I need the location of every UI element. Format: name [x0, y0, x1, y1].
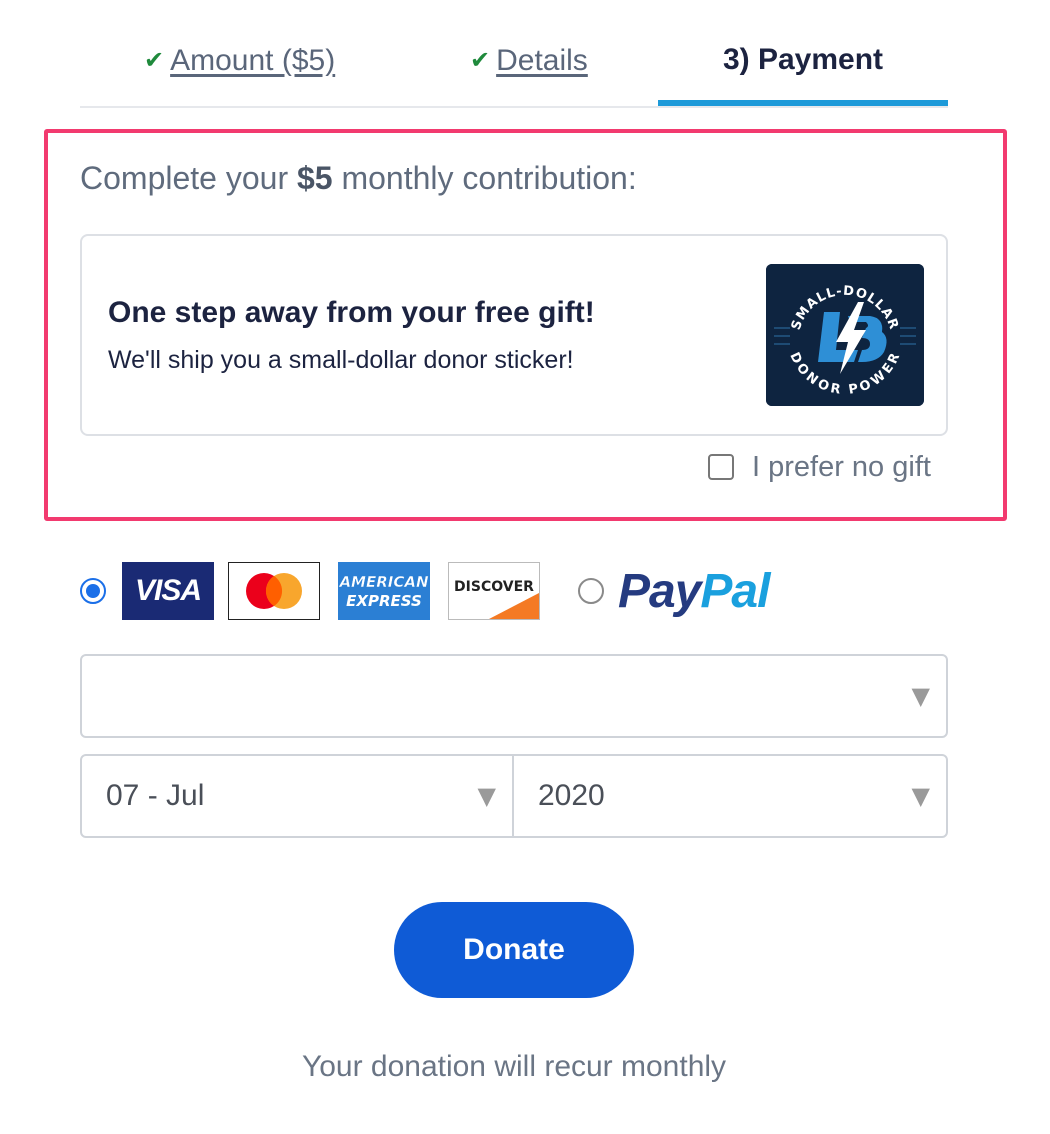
gift-subtitle: We'll ship you a small-dollar donor stic…: [108, 346, 574, 374]
contribution-suffix: monthly contribution:: [341, 160, 637, 196]
amex-logo: AMERICAN EXPRESS: [338, 562, 430, 620]
gift-title: One step away from your free gift!: [108, 296, 595, 329]
contribution-prefix: Complete your: [80, 160, 289, 196]
amex-line1: AMERICAN: [338, 573, 429, 591]
discover-logo: DISCOVER: [448, 562, 540, 620]
paypal-pal: Pal: [700, 565, 770, 618]
paypal-logo: PayPal: [618, 562, 770, 622]
paypal-pay: Pay: [618, 565, 701, 618]
tab-details[interactable]: ✔ Details: [470, 40, 588, 86]
tab-amount-link[interactable]: Amount ($5): [170, 44, 335, 77]
card-payment-radio[interactable]: [80, 578, 106, 604]
checkmark-icon: ✔: [144, 46, 165, 74]
recurrence-note: Your donation will recur monthly: [301, 1050, 727, 1083]
no-gift-option[interactable]: I prefer no gift: [708, 450, 931, 484]
donor-sticker-image: SMALL-DOLLAR DONOR POWER: [766, 264, 924, 406]
dropdown-arrow-icon: ▼: [477, 782, 496, 810]
donate-button[interactable]: Donate: [394, 902, 634, 998]
active-tab-indicator: [658, 100, 948, 106]
gift-card: One step away from your free gift! We'll…: [80, 234, 948, 436]
visa-logo: VISA: [122, 562, 214, 620]
expiry-month-select[interactable]: 07 - Jul ▼: [80, 754, 514, 838]
expiry-year-select[interactable]: 2020 ▼: [512, 754, 948, 838]
expiry-month-value: 07 - Jul: [106, 779, 205, 812]
paypal-payment-radio[interactable]: [578, 578, 604, 604]
discover-text: DISCOVER: [454, 579, 534, 595]
mastercard-logo: [228, 562, 320, 620]
no-gift-label: I prefer no gift: [752, 450, 931, 483]
checkmark-icon: ✔: [470, 46, 491, 74]
card-select[interactable]: ▼: [80, 654, 948, 738]
dropdown-arrow-icon: ▼: [911, 682, 930, 710]
contribution-heading: Complete your $5 monthly contribution:: [80, 160, 637, 197]
tab-amount[interactable]: ✔ Amount ($5): [144, 40, 335, 86]
expiry-year-value: 2020: [538, 779, 605, 812]
dropdown-arrow-icon: ▼: [911, 782, 930, 810]
amex-line2: EXPRESS: [346, 592, 422, 610]
contribution-amount: $5: [296, 160, 333, 196]
no-gift-checkbox[interactable]: [708, 454, 734, 480]
step-tabs: ✔ Amount ($5) ✔ Details 3) Payment: [80, 30, 948, 108]
tab-details-link[interactable]: Details: [496, 44, 588, 77]
